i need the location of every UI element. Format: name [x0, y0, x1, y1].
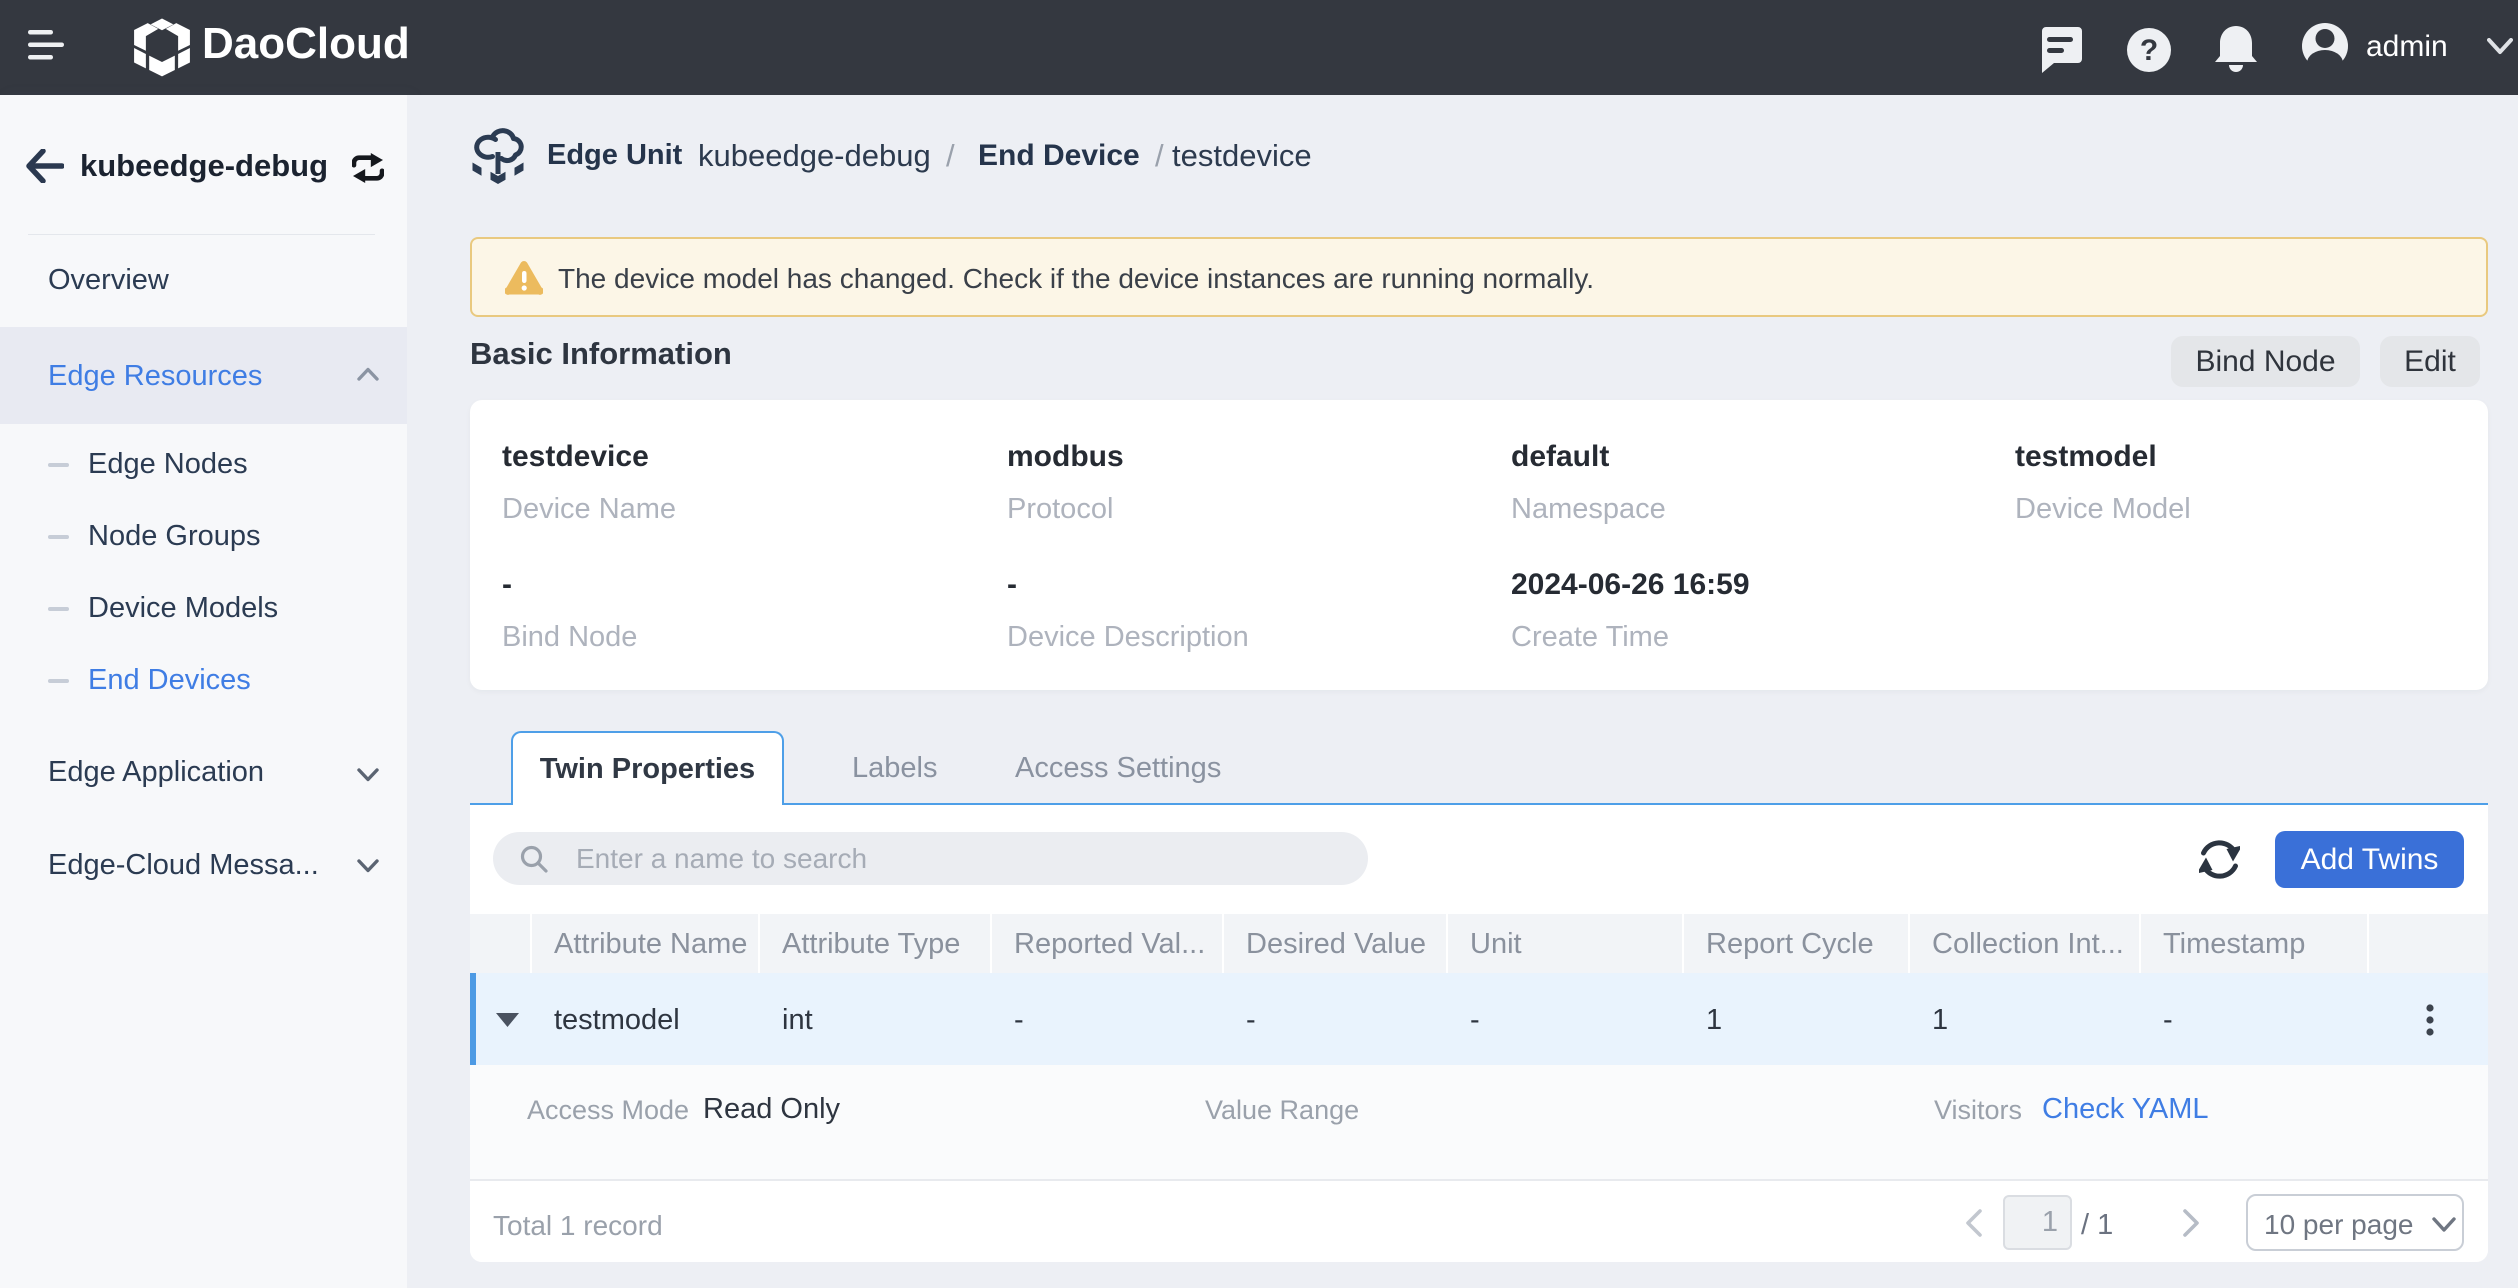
svg-text:?: ?: [2140, 34, 2158, 67]
